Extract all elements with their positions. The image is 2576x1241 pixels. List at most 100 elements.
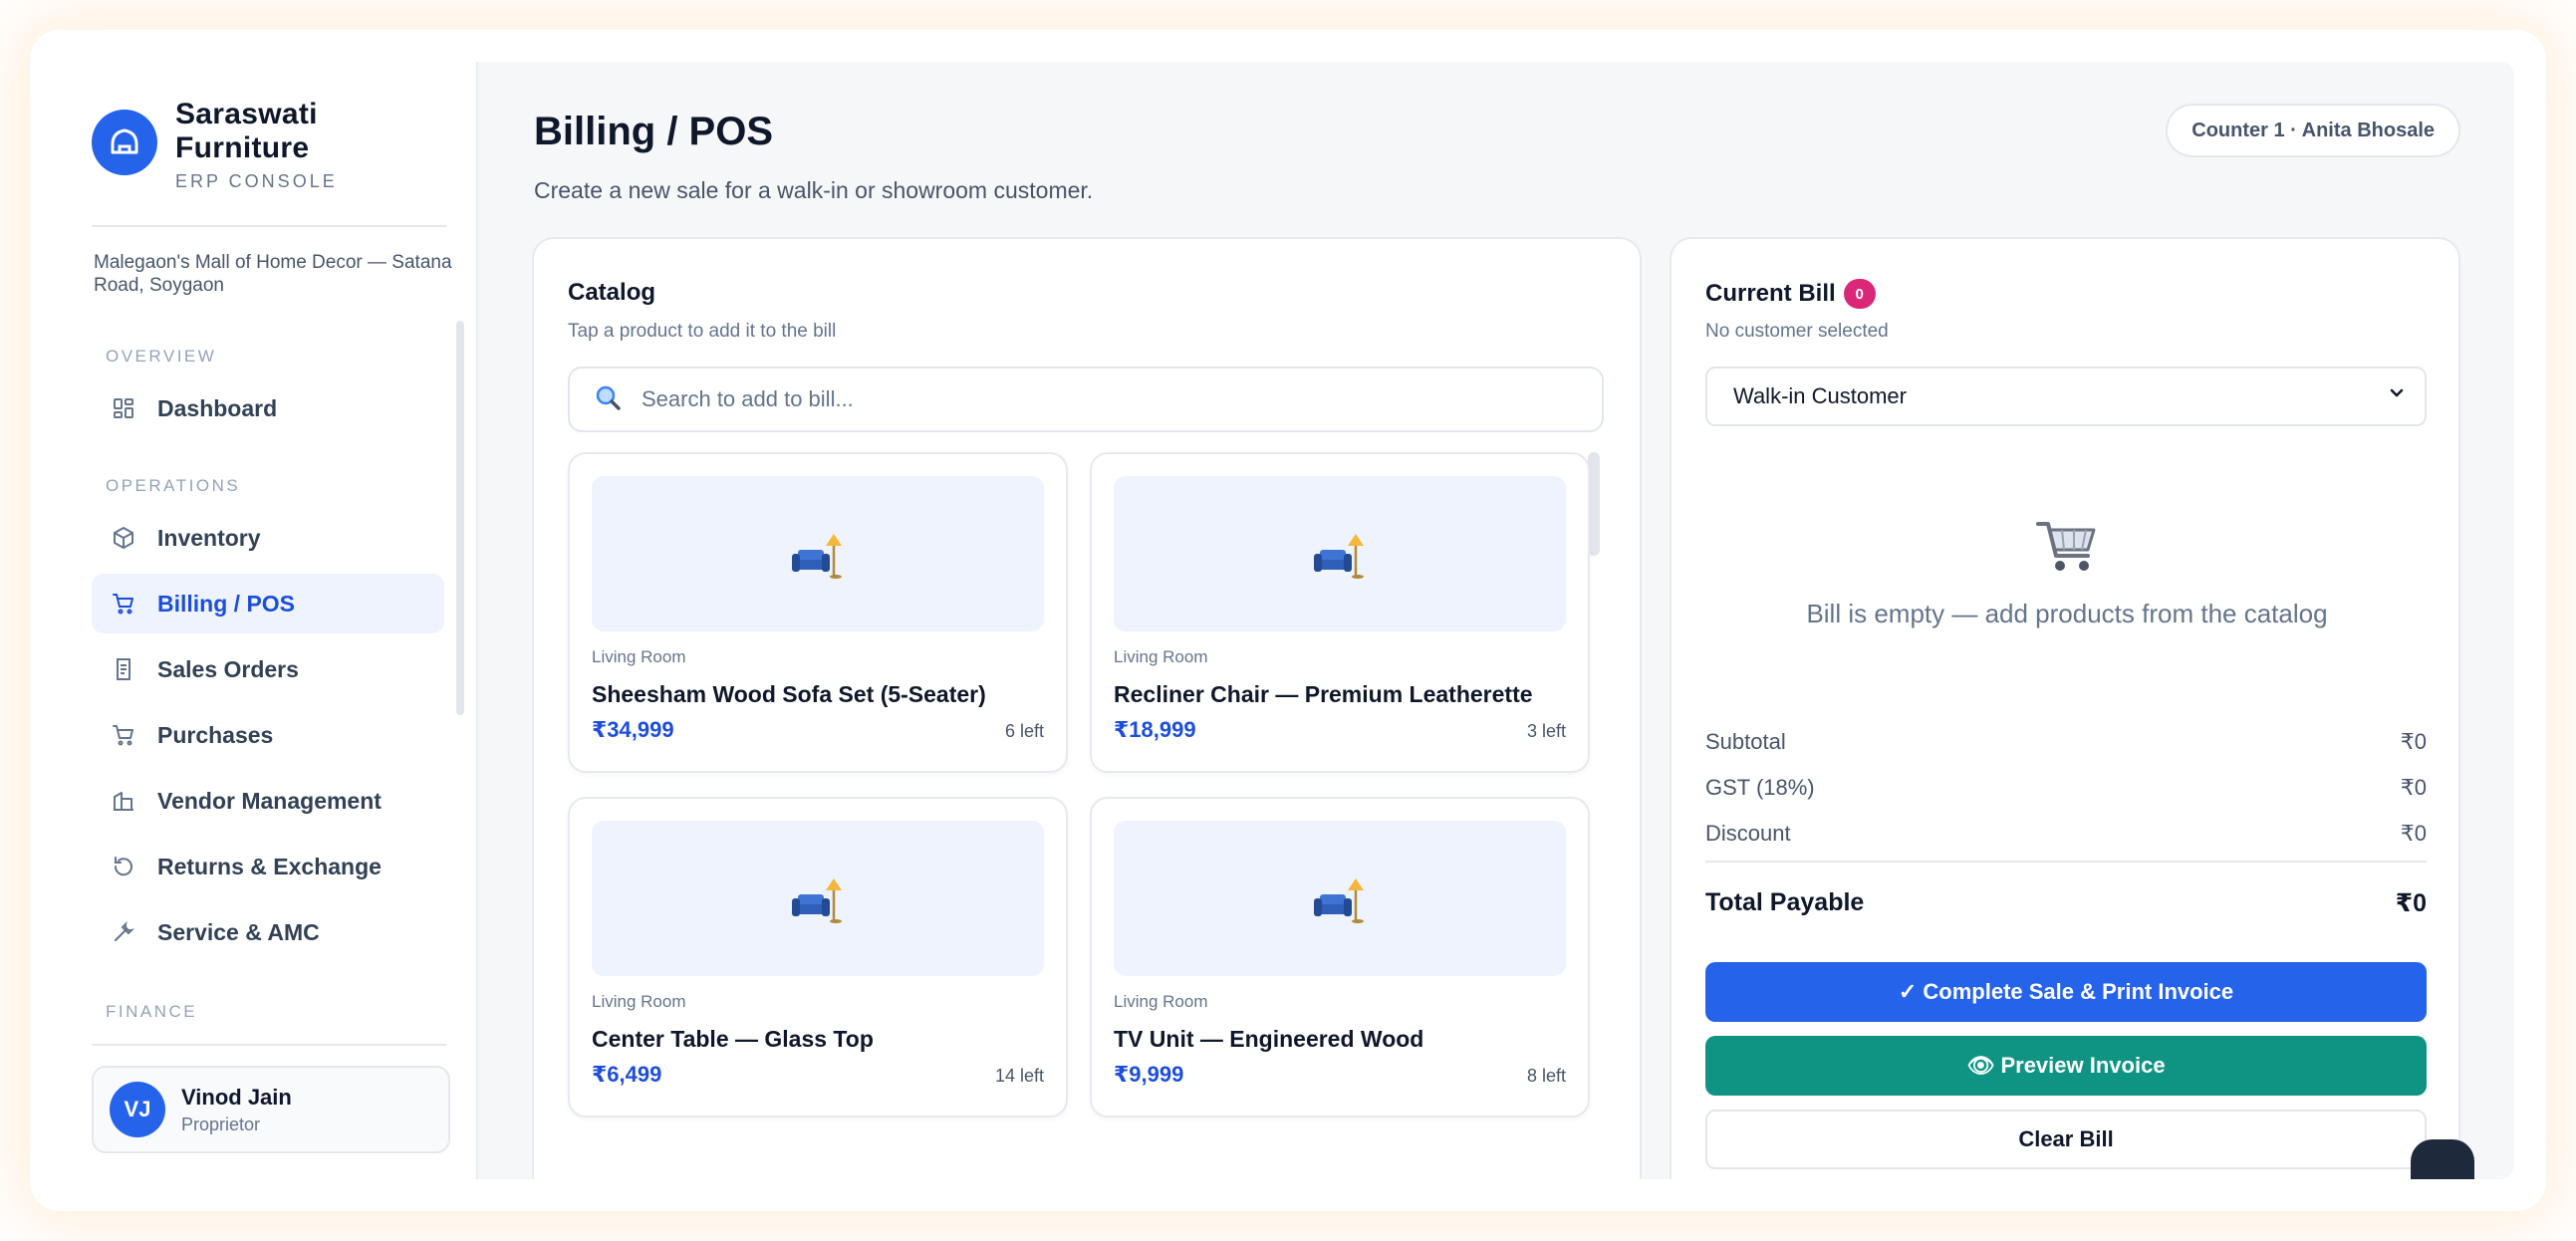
product-price: ₹9,999 — [1114, 1062, 1184, 1087]
sidebar-item-label: Billing / POS — [157, 590, 296, 617]
sidebar-divider — [92, 225, 446, 227]
product-price: ₹34,999 — [592, 717, 674, 742]
chat-widget-icon[interactable] — [2411, 1139, 2474, 1179]
sidebar-item-billing[interactable]: Billing / POS — [92, 574, 444, 633]
sidebar-item-returns[interactable]: Returns & Exchange — [92, 837, 444, 896]
product-category: Living Room — [592, 992, 686, 1011]
subtotal-label: Subtotal — [1705, 729, 1786, 754]
dashboard-icon — [110, 394, 137, 422]
subtotal-value: ₹0 — [2400, 729, 2427, 754]
sidebar-item-vendor-management[interactable]: Vendor Management — [92, 771, 444, 831]
product-name: Recliner Chair — Premium Leatherette — [1114, 681, 1533, 707]
product-card[interactable]: Living Room Recliner Chair — Premium Lea… — [1090, 452, 1590, 773]
search-input[interactable] — [642, 386, 1538, 412]
page-subtitle: Create a new sale for a walk-in or showr… — [534, 177, 1094, 203]
product-name: Center Table — Glass Top — [592, 1026, 874, 1052]
sofa-lamp-icon — [792, 534, 842, 579]
shopping-cart-icon — [2036, 522, 2096, 571]
shopping-cart-icon — [110, 721, 137, 749]
sidebar-item-label: Vendor Management — [157, 787, 382, 814]
sofa-lamp-icon — [1314, 878, 1364, 923]
avatar: VJ — [110, 1082, 165, 1137]
bill-panel: Current Bill 0 No customer selected Walk… — [1670, 237, 2460, 1179]
sofa-lamp-icon — [792, 878, 842, 923]
sidebar-item-inventory[interactable]: Inventory — [92, 508, 444, 568]
nav-section-operations: OPERATIONS — [106, 476, 241, 495]
brand: Saraswati Furniture ERP CONSOLE — [92, 98, 338, 192]
sofa-lamp-icon — [1314, 534, 1364, 579]
page-title: Billing / POS — [534, 110, 774, 153]
product-image — [592, 476, 1044, 631]
product-stock: 3 left — [1526, 721, 1566, 741]
search-icon — [594, 383, 622, 416]
catalog-title: Catalog — [568, 279, 656, 306]
sidebar-divider-bottom — [92, 1044, 446, 1046]
discount-row: Discount ₹0 — [1705, 821, 2427, 847]
product-category: Living Room — [592, 647, 686, 666]
nav-section-finance: FINANCE — [106, 1002, 198, 1021]
empty-bill-message: Bill is empty — add products from the ca… — [1806, 599, 2328, 628]
total-row: Total Payable ₹0 — [1705, 888, 2427, 918]
customer-select[interactable]: Walk-in Customer — [1705, 367, 2427, 426]
wrench-icon — [110, 918, 137, 946]
gst-row: GST (18%) ₹0 — [1705, 775, 2427, 801]
product-image — [1114, 476, 1566, 631]
bill-title: Current Bill — [1705, 280, 1836, 307]
brand-name: Saraswati — [175, 98, 318, 130]
sidebar-item-dashboard[interactable]: Dashboard — [92, 378, 444, 438]
product-card[interactable]: Living Room TV Unit — Engineered Wood ₹9… — [1090, 797, 1590, 1117]
box-icon — [110, 524, 137, 552]
product-name: TV Unit — Engineered Wood — [1114, 1026, 1424, 1052]
brand-name-line2: Furniture — [175, 131, 310, 164]
product-stock: 14 left — [994, 1066, 1044, 1086]
brand-subtitle: ERP CONSOLE — [175, 171, 338, 191]
bill-count-badge: 0 — [1843, 279, 1876, 309]
chevron-down-icon — [2387, 383, 2407, 409]
complete-sale-button[interactable]: ✓ Complete Sale & Print Invoice — [1705, 962, 2427, 1022]
sidebar-item-label: Purchases — [157, 721, 274, 748]
building-icon — [110, 787, 137, 815]
product-name: Sheesham Wood Sofa Set (5-Seater) — [592, 681, 986, 707]
subtotal-row: Subtotal ₹0 — [1705, 729, 2427, 755]
user-role: Proprietor — [181, 1114, 261, 1134]
sidebar-item-label: Sales Orders — [157, 655, 299, 682]
catalog-panel: Catalog Tap a product to add it to the b… — [532, 237, 1642, 1179]
nav-section-overview: OVERVIEW — [106, 347, 217, 366]
product-card[interactable]: Living Room Sheesham Wood Sofa Set (5-Se… — [568, 452, 1068, 773]
cart-icon — [110, 590, 137, 618]
sidebar-item-purchases[interactable]: Purchases — [92, 705, 444, 765]
empty-bill-state: Bill is empty — add products from the ca… — [1672, 518, 2462, 629]
gst-label: GST (18%) — [1705, 775, 1815, 800]
sidebar-item-label: Service & AMC — [157, 918, 320, 945]
sidebar: Saraswati Furniture ERP CONSOLE Malegaon… — [62, 62, 478, 1179]
preview-invoice-button[interactable]: 👁 Preview Invoice — [1705, 1036, 2427, 1096]
product-price: ₹18,999 — [1114, 717, 1196, 742]
sidebar-item-label: Returns & Exchange — [157, 853, 382, 879]
sidebar-item-label: Dashboard — [157, 394, 278, 421]
gst-value: ₹0 — [2400, 775, 2427, 800]
summary-divider — [1705, 861, 2427, 863]
product-stock: 8 left — [1526, 1066, 1566, 1086]
refresh-icon — [110, 853, 137, 880]
sidebar-scrollbar[interactable] — [456, 321, 464, 715]
catalog-search — [568, 367, 1604, 432]
app-window: Saraswati Furniture ERP CONSOLE Malegaon… — [62, 62, 2514, 1179]
total-label: Total Payable — [1705, 888, 1865, 916]
discount-value: ₹0 — [2400, 821, 2427, 846]
product-stock: 6 left — [1004, 721, 1044, 741]
product-category: Living Room — [1114, 992, 1208, 1011]
sidebar-item-label: Inventory — [157, 524, 261, 551]
customer-status: No customer selected — [1705, 321, 1889, 342]
product-card[interactable]: Living Room Center Table — Glass Top ₹6,… — [568, 797, 1068, 1117]
total-value: ₹0 — [2395, 889, 2427, 917]
product-image — [1114, 821, 1566, 976]
sidebar-item-service[interactable]: Service & AMC — [92, 902, 444, 962]
product-price: ₹6,499 — [592, 1062, 662, 1087]
brand-logo-icon — [92, 110, 157, 175]
clear-bill-button[interactable]: Clear Bill — [1705, 1110, 2427, 1169]
product-image — [592, 821, 1044, 976]
user-card[interactable]: VJ Vinod Jain Proprietor — [92, 1066, 450, 1153]
product-category: Living Room — [1114, 647, 1208, 666]
user-name: Vinod Jain — [181, 1084, 292, 1110]
sidebar-item-sales-orders[interactable]: Sales Orders — [92, 639, 444, 699]
